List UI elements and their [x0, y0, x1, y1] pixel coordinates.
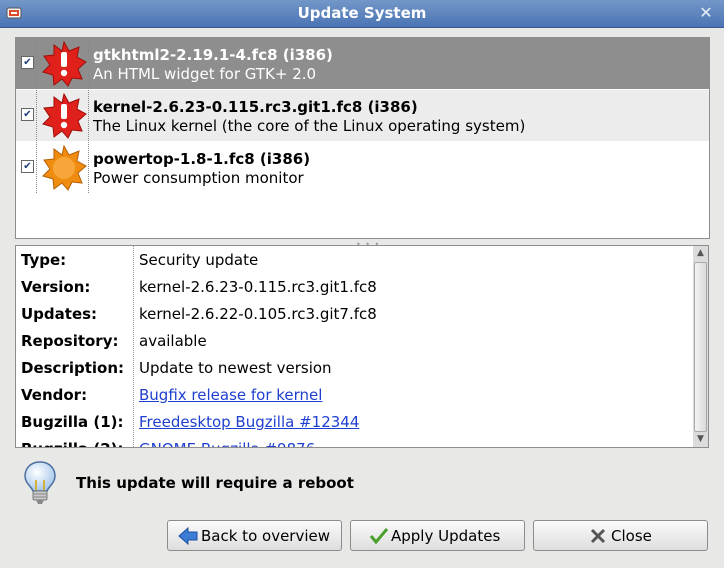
detail-row-vendor: Vendor: Bugfix release for kernel: [16, 381, 693, 408]
detail-row-bugzilla-1: Bugzilla (1): Freedesktop Bugzilla #1234…: [16, 408, 693, 435]
back-arrow-icon: [178, 527, 198, 545]
detail-value: available: [139, 332, 207, 350]
checkmark-icon: [369, 528, 389, 545]
detail-row-bugzilla-2: Bugzilla (2): GNOME Bugzilla #9876: [16, 435, 693, 447]
column-divider: [88, 90, 89, 141]
detail-label: Bugzilla (2):: [21, 440, 124, 447]
package-checkbox[interactable]: ✔: [21, 56, 34, 69]
button-label: Close: [611, 527, 652, 545]
column-divider: [88, 38, 89, 89]
package-name: powertop-1.8-1.fc8 (i386): [93, 150, 311, 168]
column-divider: [36, 38, 37, 89]
close-icon: [590, 528, 606, 544]
detail-label: Vendor:: [21, 386, 88, 404]
detail-row-type: Type: Security update: [16, 246, 693, 273]
detail-label: Updates:: [21, 305, 98, 323]
security-update-icon: [42, 93, 87, 139]
scroll-up-icon[interactable]: ▲: [693, 246, 708, 261]
package-list[interactable]: ✔ gtkhtml2-2.19.1-4.fc8 (i386) An HTML w…: [15, 37, 710, 239]
package-description: An HTML widget for GTK+ 2.0: [93, 65, 317, 83]
security-update-icon: [42, 41, 87, 87]
package-checkbox[interactable]: ✔: [21, 108, 34, 121]
apply-updates-button[interactable]: Apply Updates: [350, 520, 525, 551]
detail-row-version: Version: kernel-2.6.23-0.115.rc3.git1.fc…: [16, 273, 693, 300]
detail-row-repository: Repository: available: [16, 327, 693, 354]
window-titlebar[interactable]: Update System ✕: [0, 0, 724, 28]
vendor-link[interactable]: Bugfix release for kernel: [139, 386, 322, 404]
package-row-gtkhtml2[interactable]: ✔ gtkhtml2-2.19.1-4.fc8 (i386) An HTML w…: [16, 38, 709, 89]
update-details-table: Type: Security update Version: kernel-2.…: [15, 245, 694, 448]
detail-value: kernel-2.6.23-0.115.rc3.git1.fc8: [139, 278, 377, 296]
column-divider: [88, 142, 89, 193]
package-name: gtkhtml2-2.19.1-4.fc8 (i386): [93, 46, 333, 64]
package-description: The Linux kernel (the core of the Linux …: [93, 117, 526, 135]
details-scrollbar[interactable]: ▲ ▼: [693, 245, 709, 448]
detail-label: Bugzilla (1):: [21, 413, 124, 431]
detail-label: Version:: [21, 278, 91, 296]
package-row-kernel[interactable]: ✔ kernel-2.6.23-0.115.rc3.git1.fc8 (i386…: [16, 90, 709, 141]
package-row-powertop[interactable]: ✔ powertop-1.8-1.fc8 (i386) Power consum…: [16, 142, 709, 193]
normal-update-icon: [42, 145, 87, 191]
column-divider: [36, 90, 37, 141]
lightbulb-icon: [24, 461, 56, 504]
detail-row-description: Description: Update to newest version: [16, 354, 693, 381]
detail-value: Update to newest version: [139, 359, 332, 377]
back-to-overview-button[interactable]: Back to overview: [167, 520, 342, 551]
bugzilla-link[interactable]: GNOME Bugzilla #9876: [139, 440, 315, 447]
detail-value: Security update: [139, 251, 259, 269]
button-label: Apply Updates: [391, 527, 501, 545]
button-label: Back to overview: [201, 527, 331, 545]
window-close-icon[interactable]: ✕: [696, 3, 716, 23]
scroll-down-icon[interactable]: ▼: [693, 432, 708, 447]
detail-label: Description:: [21, 359, 125, 377]
column-divider: [36, 142, 37, 193]
bugzilla-link[interactable]: Freedesktop Bugzilla #12344: [139, 413, 359, 431]
detail-label: Type:: [21, 251, 67, 269]
package-name: kernel-2.6.23-0.115.rc3.git1.fc8 (i386): [93, 98, 418, 116]
window-title: Update System: [297, 4, 427, 22]
scrollbar-thumb[interactable]: [694, 262, 707, 432]
package-description: Power consumption monitor: [93, 169, 304, 187]
detail-label: Repository:: [21, 332, 119, 350]
close-button[interactable]: Close: [533, 520, 708, 551]
package-checkbox[interactable]: ✔: [21, 160, 34, 173]
detail-row-updates: Updates: kernel-2.6.22-0.105.rc3.git7.fc…: [16, 300, 693, 327]
detail-value: kernel-2.6.22-0.105.rc3.git7.fc8: [139, 305, 377, 323]
reboot-notice: This update will require a reboot: [76, 474, 354, 492]
